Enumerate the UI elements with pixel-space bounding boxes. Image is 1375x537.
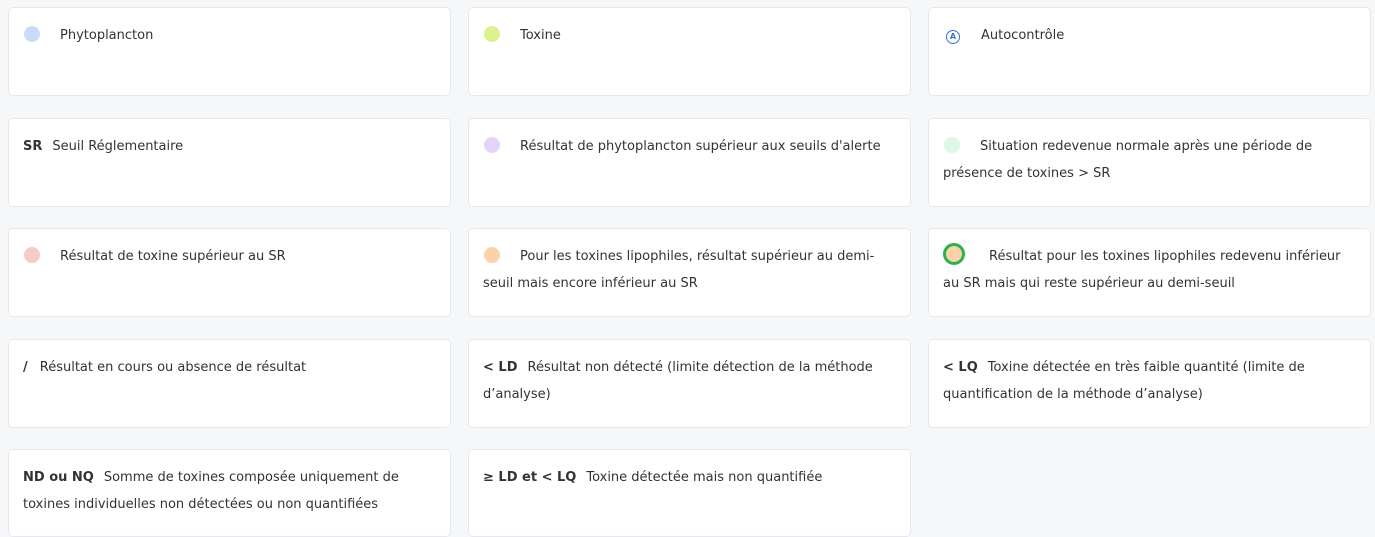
legend-item-label: Résultat non détecté (limite détection d… <box>483 360 873 402</box>
legend-item-seuil-reglementaire: SR Seuil Réglementaire <box>8 118 451 207</box>
legend-item-situation-normale: Situation redevenue normale après une pé… <box>928 118 1371 207</box>
legend-item-label: Seuil Réglementaire <box>52 139 184 154</box>
lipophiles-demi-seuil-dot-icon <box>484 247 500 263</box>
toxine-dot-icon <box>484 26 500 42</box>
legend-item-lipophiles-demi-seuil: Pour les toxines lipophiles, résultat su… <box>468 228 911 317</box>
legend-item-ld-lq: ≥ LD et < LQ Toxine détectée mais non qua… <box>468 449 911 537</box>
legend-code: < LQ <box>943 360 978 375</box>
legend-item-label: Résultat en cours ou absence de résultat <box>39 360 307 375</box>
legend-grid: Phytoplancton Toxine A Autocontrôle SR Seu… <box>0 0 1375 537</box>
legend-item-phyto-alerte: Résultat de phytoplancton supérieur aux … <box>468 118 911 207</box>
legend-code: / <box>23 360 28 375</box>
lipophiles-redevenu-ring-dot-icon <box>943 243 965 265</box>
legend-code: ≥ LD et < LQ <box>483 470 577 485</box>
legend-item-phytoplancton: Phytoplancton <box>8 7 451 96</box>
legend-item-label: Pour les toxines lipophiles, résultat su… <box>483 249 875 291</box>
legend-item-label: Toxine détectée en très faible quantité … <box>943 360 1305 402</box>
legend-item-autocontrole: A Autocontrôle <box>928 7 1371 96</box>
legend-code: SR <box>23 139 43 154</box>
legend-code: < LD <box>483 360 518 375</box>
legend-item-label: Toxine <box>520 28 561 43</box>
phyto-alerte-dot-icon <box>484 137 500 153</box>
legend-item-label: Résultat de phytoplancton supérieur aux … <box>520 139 881 154</box>
legend-item-label: Toxine détectée mais non quantifiée <box>586 470 823 485</box>
legend-item-ld: < LD Résultat non détecté (limite détecti… <box>468 339 911 428</box>
autocontrole-badge-icon: A <box>946 30 960 44</box>
legend-item-label: Autocontrôle <box>981 28 1065 43</box>
legend-code: ND ou NQ <box>23 470 94 485</box>
legend-item-label: Résultat de toxine supérieur au SR <box>60 249 286 264</box>
toxine-sup-sr-dot-icon <box>24 247 40 263</box>
legend-item-lq: < LQ Toxine détectée en très faible quant… <box>928 339 1371 428</box>
legend-item-nd-nq: ND ou NQ Somme de toxines composée unique… <box>8 449 451 537</box>
legend-item-toxine: Toxine <box>468 7 911 96</box>
legend-item-toxine-sup-sr: Résultat de toxine supérieur au SR <box>8 228 451 317</box>
legend-item-label: Situation redevenue normale après une pé… <box>943 139 1313 181</box>
situation-normale-dot-icon <box>944 137 960 153</box>
legend-item-label: Phytoplancton <box>60 28 154 43</box>
legend-item-lipophiles-redevenu: Résultat pour les toxines lipophiles red… <box>928 228 1371 317</box>
phytoplancton-dot-icon <box>24 26 40 42</box>
legend-item-en-cours: / Résultat en cours ou absence de résulta… <box>8 339 451 428</box>
legend-item-label: Résultat pour les toxines lipophiles red… <box>943 249 1341 291</box>
